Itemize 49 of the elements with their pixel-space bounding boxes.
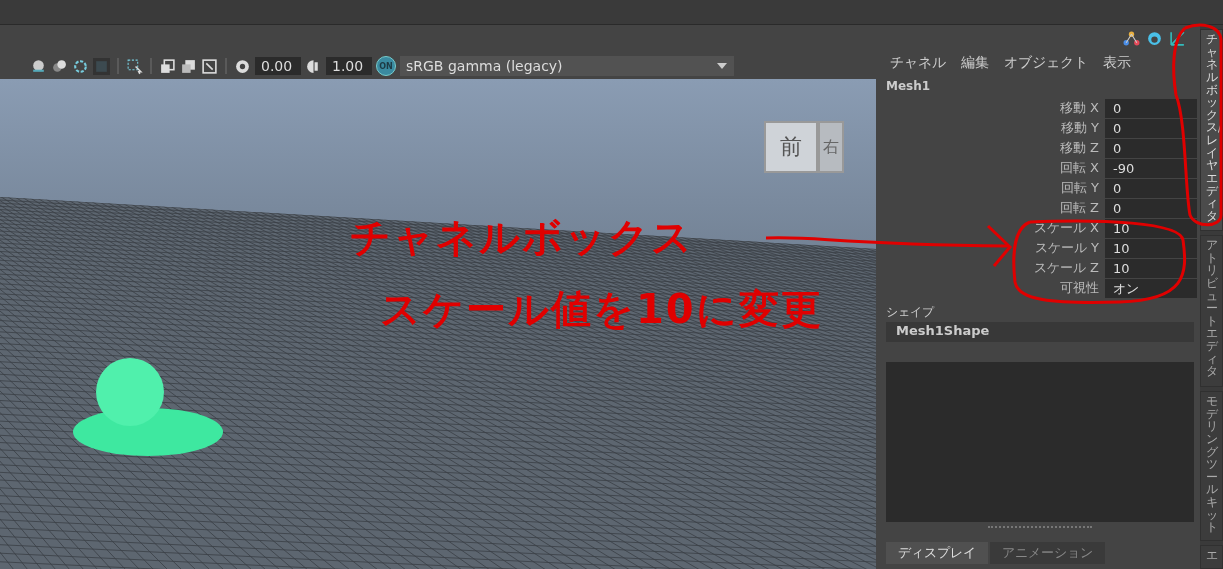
channel-label[interactable]: 回転 X: [880, 159, 1105, 177]
spheres-icon[interactable]: [51, 57, 68, 75]
panel-tab[interactable]: アニメーション: [990, 542, 1105, 564]
color-space-dropdown[interactable]: sRGB gamma (legacy): [400, 56, 734, 76]
side-tab[interactable]: モデリングツールキット: [1200, 391, 1223, 541]
channel-value-field[interactable]: 0: [1105, 118, 1197, 138]
channel-label[interactable]: スケール Z: [880, 259, 1105, 277]
panel-tab[interactable]: ディスプレイ: [886, 542, 988, 564]
object-name: Mesh1: [885, 78, 932, 95]
axes-icon[interactable]: [1123, 30, 1141, 47]
exposure-field[interactable]: 0.00: [255, 57, 301, 75]
channel-value-field[interactable]: 0: [1105, 198, 1197, 218]
aperture-icon[interactable]: [234, 57, 251, 75]
menu-item[interactable]: 表示: [1103, 54, 1131, 76]
side-tab[interactable]: エ: [1200, 545, 1223, 569]
channel-label[interactable]: スケール Y: [880, 239, 1105, 257]
channel-value-field[interactable]: オン: [1105, 278, 1197, 298]
channel-label[interactable]: 移動 Z: [880, 139, 1105, 157]
channel-label[interactable]: 移動 X: [880, 99, 1105, 117]
ring-icon[interactable]: [1146, 30, 1164, 47]
channel-value-field[interactable]: 10: [1105, 258, 1197, 278]
shapes-header: シェイプ: [885, 304, 936, 320]
diagonal-arrow-icon[interactable]: [1169, 30, 1187, 47]
channel-value-field[interactable]: 0: [1105, 138, 1197, 158]
resize-icon[interactable]: [201, 57, 218, 75]
channel-label[interactable]: 回転 Z: [880, 199, 1105, 217]
channel-value-field[interactable]: 0: [1105, 178, 1197, 198]
select-icon[interactable]: [126, 57, 143, 75]
channel-value-field[interactable]: 0: [1105, 98, 1197, 118]
shape-name[interactable]: Mesh1Shape: [886, 322, 1195, 342]
overlap-icon[interactable]: [180, 57, 197, 75]
overlap-icon[interactable]: [159, 57, 176, 75]
cube-front-face[interactable]: 前: [764, 121, 818, 173]
annotation-text: チャネルボックス: [350, 213, 694, 262]
channel-label[interactable]: 移動 Y: [880, 119, 1105, 137]
channel-label[interactable]: スケール X: [880, 219, 1105, 237]
annotation-text: スケール値を10に変更: [380, 285, 823, 334]
channel-label[interactable]: 可視性: [880, 279, 1105, 297]
menu-item[interactable]: チャネル: [890, 54, 946, 76]
side-tab[interactable]: アトリビュートエディタ: [1200, 235, 1223, 387]
menu-item[interactable]: オブジェクト: [1004, 54, 1088, 76]
channel-label[interactable]: 回転 Y: [880, 179, 1105, 197]
sphere-icon[interactable]: [30, 57, 47, 75]
caret-icon: [716, 62, 728, 70]
menu-item[interactable]: 編集: [961, 54, 989, 76]
gamma-field[interactable]: 1.00: [326, 57, 372, 75]
channel-value-field[interactable]: 10: [1105, 238, 1197, 258]
ring-icon[interactable]: [72, 57, 89, 75]
channel-value-field[interactable]: -90: [1105, 158, 1197, 178]
